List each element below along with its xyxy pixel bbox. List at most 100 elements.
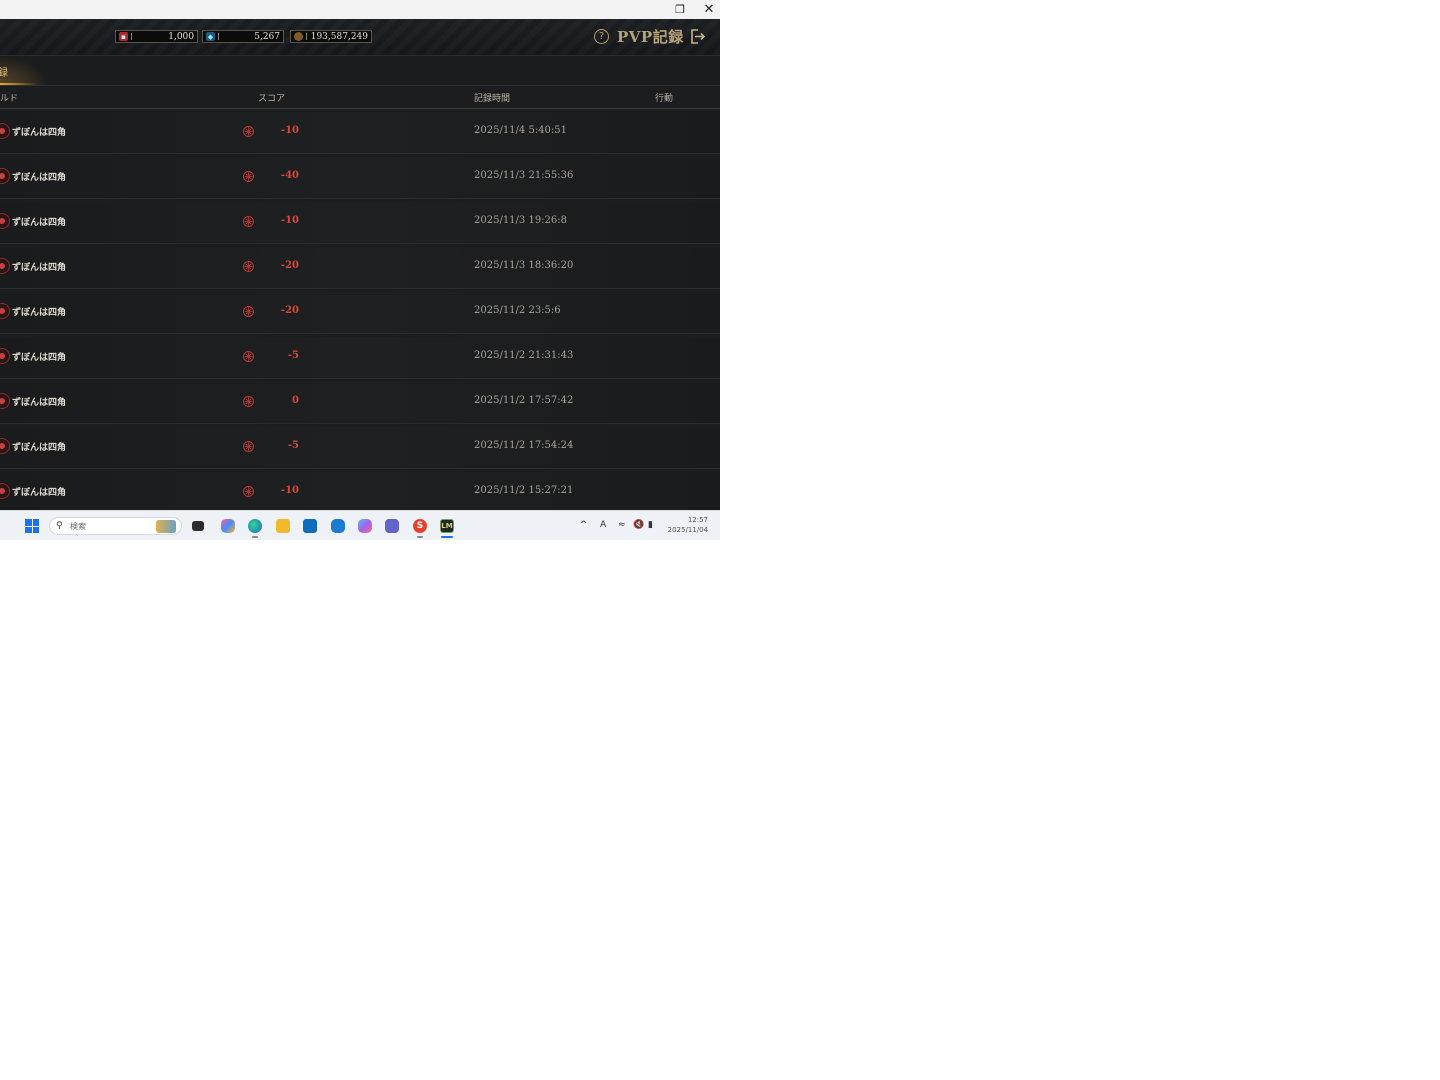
guild-emblem-icon: [0, 303, 10, 319]
tab-label: 録: [0, 68, 8, 79]
guild-emblem-icon: [0, 168, 10, 184]
record-time: 2025/11/2 23:5:6: [474, 305, 561, 316]
table-row[interactable]: ずぼんは四角 -20 2025/11/3 18:36:20: [0, 247, 720, 289]
table-row[interactable]: ずぼんは四角 -10 2025/11/4 5:40:51: [0, 112, 720, 154]
search-placeholder: 検索: [70, 522, 86, 531]
search-highlight-image: [156, 520, 176, 533]
resource-gold[interactable]: 193,587,249: [290, 30, 372, 43]
battery-icon[interactable]: ▮: [648, 520, 653, 530]
page-title: PVP記録: [617, 28, 684, 46]
guild-name: ずぼんは四角: [12, 173, 67, 183]
pvp-crest-icon: [243, 396, 254, 407]
score-value: -10: [280, 125, 299, 136]
guild-name: ずぼんは四角: [12, 218, 67, 228]
edge-browser-icon[interactable]: [248, 519, 262, 533]
table-row[interactable]: ずぼんは四角 -5 2025/11/2 17:54:24: [0, 427, 720, 469]
resource-value: 5,267: [254, 31, 280, 42]
copilot-icon[interactable]: [221, 519, 235, 533]
guild-emblem-icon: [0, 258, 10, 274]
ruby-ticket-icon: ▪: [119, 32, 128, 41]
game-top-bar: ▪ 1,000 ◆ 5,267 193,587,249: [0, 19, 720, 56]
record-time: 2025/11/4 5:40:51: [474, 125, 568, 136]
score-value: -5: [287, 350, 299, 361]
outlook-icon[interactable]: [331, 519, 345, 533]
guild-emblem-icon: [0, 213, 10, 229]
diamond-icon: ◆: [206, 32, 215, 41]
divider: [131, 33, 132, 40]
volume-muted-icon[interactable]: 🔇: [633, 520, 644, 530]
exit-icon[interactable]: [689, 28, 706, 45]
record-time: 2025/11/2 17:54:24: [474, 440, 574, 451]
system-clock[interactable]: 12:57 2025/11/04: [664, 515, 708, 535]
pvp-crest-icon: [243, 261, 254, 272]
table-row[interactable]: ずぼんは四角 0 2025/11/2 17:57:42: [0, 382, 720, 424]
score-value: 0: [292, 395, 299, 406]
taskbar: ⚲ 検索 S LM ^ A ≈ 🔇 ▮ 12:57 2025/11/04: [0, 510, 720, 540]
guild-emblem-icon: [0, 393, 10, 409]
table-row[interactable]: ずぼんは四角 -5 2025/11/2 21:31:43: [0, 337, 720, 379]
close-button[interactable]: ✕: [696, 0, 720, 19]
score-value: -20: [280, 260, 299, 271]
guild-name: ずぼんは四角: [12, 398, 67, 408]
table-row[interactable]: ずぼんは四角 -40 2025/11/3 21:55:36: [0, 157, 720, 199]
guild-name: ずぼんは四角: [12, 443, 67, 453]
record-time: 2025/11/3 18:36:20: [474, 260, 574, 271]
divider: [306, 33, 307, 40]
column-header-score: スコア: [258, 94, 286, 104]
resource-ruby-ticket[interactable]: ▪ 1,000: [115, 30, 198, 43]
resource-value: 1,000: [168, 31, 194, 42]
tab-strip: 録: [0, 56, 720, 86]
resource-value: 193,587,249: [310, 31, 368, 42]
table-row[interactable]: ずぼんは四角 -20 2025/11/2 23:5:6: [0, 292, 720, 334]
pvp-crest-icon: [243, 126, 254, 137]
record-time: 2025/11/3 19:26:8: [474, 215, 568, 226]
pvp-crest-icon: [243, 171, 254, 182]
guild-emblem-icon: [0, 123, 10, 139]
microsoft-store-icon[interactable]: [303, 519, 317, 533]
s-app-icon[interactable]: S: [413, 519, 427, 533]
ime-indicator[interactable]: A: [600, 520, 606, 530]
microsoft-365-icon[interactable]: [358, 519, 372, 533]
record-time: 2025/11/2 15:27:21: [474, 485, 574, 496]
score-value: -20: [280, 305, 299, 316]
pvp-crest-icon: [243, 486, 254, 497]
pvp-crest-icon: [243, 216, 254, 227]
windows-start-icon[interactable]: [25, 519, 39, 533]
teams-icon[interactable]: [385, 519, 399, 533]
guild-emblem-icon: [0, 438, 10, 454]
tab-records[interactable]: 録: [0, 56, 50, 85]
guild-name: ずぼんは四角: [12, 308, 67, 318]
table-row[interactable]: ずぼんは四角 -10 2025/11/2 15:27:21: [0, 472, 720, 514]
guild-name: ずぼんは四角: [12, 128, 67, 138]
record-time: 2025/11/3 21:55:36: [474, 170, 574, 181]
help-icon[interactable]: ?: [594, 29, 609, 44]
tray-overflow-chevron-icon[interactable]: ^: [580, 520, 588, 530]
guild-emblem-icon: [0, 483, 10, 499]
gold-coin-icon: [294, 32, 303, 41]
column-header-action: 行動: [655, 94, 674, 104]
divider: [218, 33, 219, 40]
game-app-icon[interactable]: LM: [440, 519, 454, 533]
record-time: 2025/11/2 21:31:43: [474, 350, 574, 361]
pvp-crest-icon: [243, 306, 254, 317]
active-indicator: [441, 536, 453, 538]
column-header-guild: ルド: [0, 94, 19, 104]
pvp-crest-icon: [243, 441, 254, 452]
pvp-crest-icon: [243, 351, 254, 362]
window-titlebar: ❐ ✕: [0, 0, 720, 19]
wifi-icon[interactable]: ≈: [618, 520, 626, 530]
search-icon: ⚲: [56, 521, 63, 531]
screen: ❐ ✕ ▪ 1,000 ◆ 5,267 193,587,249 ? PVP記録 …: [0, 0, 720, 540]
task-view-icon[interactable]: [192, 521, 204, 531]
guild-name: ずぼんは四角: [12, 488, 67, 498]
table-header: ルド スコア 記録時間 行動: [0, 86, 720, 109]
table-row[interactable]: ずぼんは四角 -10 2025/11/3 19:26:8: [0, 202, 720, 244]
taskbar-search-box[interactable]: ⚲ 検索: [49, 517, 182, 535]
file-explorer-icon[interactable]: [276, 519, 290, 533]
guild-name: ずぼんは四角: [12, 353, 67, 363]
resource-diamond[interactable]: ◆ 5,267: [202, 30, 284, 43]
score-value: -10: [280, 485, 299, 496]
restore-button[interactable]: ❐: [667, 0, 693, 19]
guild-emblem-icon: [0, 348, 10, 364]
clock-time: 12:57: [687, 516, 708, 524]
